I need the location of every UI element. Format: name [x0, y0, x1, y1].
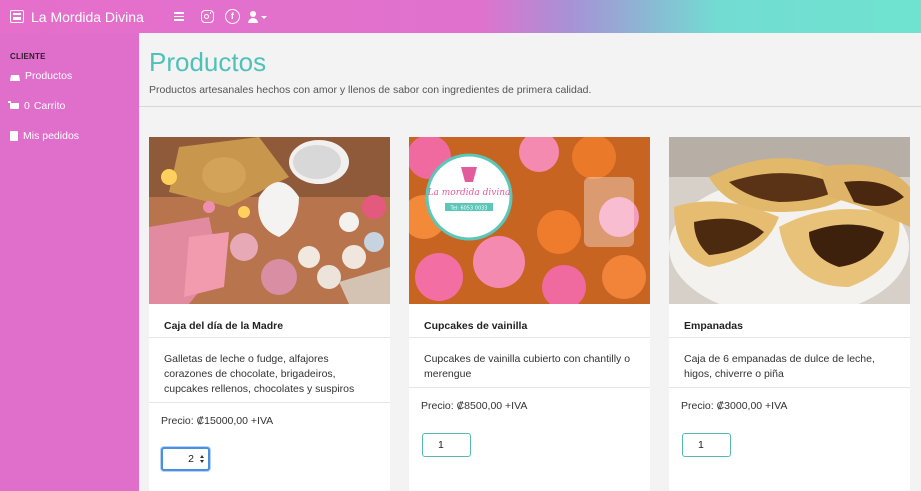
card-divider: [669, 337, 910, 338]
page-title: Productos: [149, 47, 267, 77]
sidebar-heading: CLIENTE: [10, 52, 46, 61]
brand-name: La Mordida Divina: [31, 8, 144, 25]
divider: [139, 106, 921, 107]
quantity-value: 2: [188, 453, 194, 465]
product-image: [149, 137, 390, 304]
sidebar-item-label: Productos: [25, 70, 73, 82]
card-divider: [409, 387, 650, 388]
product-price: Precio: ₡15000,00 +IVA: [161, 415, 274, 427]
cart-count: 0: [24, 100, 30, 112]
product-title: Cupcakes de vainilla: [424, 320, 528, 332]
quantity-value: 1: [698, 439, 704, 451]
product-description: Cupcakes de vainilla cubierto con chanti…: [424, 353, 631, 380]
sidebar-item-label: Mis pedidos: [23, 130, 80, 142]
basket-icon: [10, 75, 20, 81]
instagram-icon[interactable]: [200, 10, 214, 23]
main-content: Productos Productos artesanales hechos c…: [139, 33, 921, 491]
page-subtitle: Productos artesanales hechos con amor y …: [149, 84, 592, 96]
spinner-icon[interactable]: [200, 455, 204, 463]
sidebar-item-label: Carrito: [33, 100, 66, 112]
quantity-stepper[interactable]: 2: [161, 447, 210, 471]
logo-text: La mordida divina: [427, 188, 511, 198]
facebook-icon[interactable]: f: [224, 9, 240, 24]
quantity-stepper[interactable]: 1: [422, 433, 471, 457]
product-image: La mordida divina Tel: 6053 0033: [409, 137, 650, 304]
sidebar-item-carrito[interactable]: 0 Carrito: [0, 91, 139, 121]
top-navbar: La Mordida Divina f: [0, 0, 921, 33]
logo-phone: Tel: 6053 0033: [450, 206, 488, 212]
user-icon: [247, 10, 258, 23]
brand-logo-icon: [10, 10, 24, 23]
sidebar: CLIENTE Productos 0 Carrito Mis pedidos: [0, 33, 139, 491]
menu-icon[interactable]: [173, 12, 184, 21]
cart-icon: [8, 101, 19, 109]
product-card: Empanadas Caja de 6 empanadas de dulce d…: [669, 137, 910, 491]
card-divider: [669, 387, 910, 388]
product-price: Precio: ₡8500,00 +IVA: [421, 400, 528, 412]
product-image: [669, 137, 910, 304]
product-price: Precio: ₡3000,00 +IVA: [681, 400, 788, 412]
product-description: Caja de 6 empanadas de dulce de leche, h…: [684, 353, 875, 380]
card-divider: [409, 337, 650, 338]
brand[interactable]: La Mordida Divina: [10, 9, 144, 25]
product-title: Empanadas: [684, 320, 743, 332]
caret-down-icon: [260, 16, 267, 19]
user-menu-button[interactable]: [247, 10, 267, 23]
document-icon: [10, 131, 18, 141]
quantity-value: 1: [438, 439, 444, 451]
product-card: La mordida divina Tel: 6053 0033 Cupcake…: [409, 137, 650, 491]
card-divider: [149, 337, 390, 338]
product-title: Caja del día de la Madre: [164, 320, 284, 332]
quantity-stepper[interactable]: 1: [682, 433, 731, 457]
sidebar-item-productos[interactable]: Productos: [0, 61, 139, 91]
card-divider: [149, 402, 390, 403]
product-description: Galletas de leche o fudge, alfajores cor…: [164, 353, 355, 395]
sidebar-item-mis-pedidos[interactable]: Mis pedidos: [0, 121, 139, 151]
product-card: Caja del día de la Madre Galletas de lec…: [149, 137, 390, 491]
